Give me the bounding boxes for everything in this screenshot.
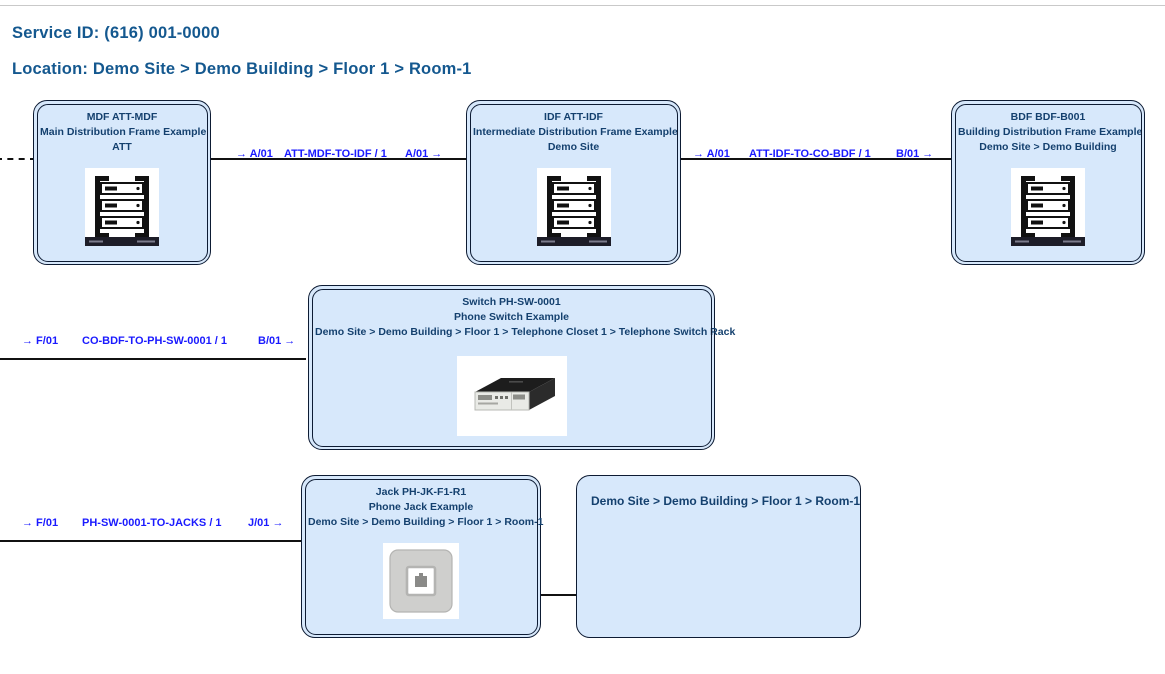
node-bdf-line1: BDF BDF-B001 bbox=[958, 110, 1138, 125]
node-switch-line2: Phone Switch Example bbox=[315, 310, 708, 325]
node-mdf-line1: MDF ATT-MDF bbox=[40, 110, 204, 125]
link-idf-to-bdf[interactable]: → A/01 ATT-IDF-TO-CO-BDF / 1 B/01 → bbox=[681, 144, 951, 164]
service-id-label: Service ID: (616) 001-0000 bbox=[12, 24, 220, 43]
node-idf-title: IDF ATT-IDF Intermediate Distribution Fr… bbox=[473, 110, 674, 155]
incoming-dashed-line bbox=[0, 158, 36, 160]
node-room-title: Demo Site > Demo Building > Floor 1 > Ro… bbox=[591, 494, 854, 509]
node-switch[interactable]: Switch PH-SW-0001 Phone Switch Example D… bbox=[308, 285, 715, 450]
link-mdf-idf-right-port: A/01 → bbox=[405, 144, 442, 164]
node-bdf-line2: Building Distribution Frame Example bbox=[958, 125, 1138, 140]
node-mdf[interactable]: MDF ATT-MDF Main Distribution Frame Exam… bbox=[33, 100, 211, 265]
link-switch-jack-left-port: → F/01 bbox=[22, 513, 58, 533]
node-jack-title: Jack PH-JK-F1-R1 Phone Jack Example Demo… bbox=[308, 485, 534, 530]
link-line-jack-room bbox=[541, 594, 576, 596]
server-rack-icon bbox=[85, 168, 159, 246]
link-switch-to-jack[interactable]: → F/01 PH-SW-0001-TO-JACKS / 1 J/01 → bbox=[0, 513, 301, 533]
server-rack-icon bbox=[537, 168, 611, 246]
node-room-line1: Demo Site > Demo Building > Floor 1 > Ro… bbox=[591, 494, 854, 509]
link-bdf-switch-right-port: B/01 → bbox=[258, 331, 295, 351]
node-bdf-line3: Demo Site > Demo Building bbox=[958, 140, 1138, 155]
wall-jack-icon bbox=[383, 543, 459, 619]
node-jack-line1: Jack PH-JK-F1-R1 bbox=[308, 485, 534, 500]
location-breadcrumb-label: Location: Demo Site > Demo Building > Fl… bbox=[12, 60, 472, 79]
top-divider bbox=[0, 5, 1165, 6]
network-switch-icon bbox=[457, 356, 567, 436]
node-jack-line3: Demo Site > Demo Building > Floor 1 > Ro… bbox=[308, 515, 534, 530]
link-bdf-switch-left-port: → F/01 bbox=[22, 331, 58, 351]
link-idf-bdf-left-port: → A/01 bbox=[693, 144, 730, 164]
node-bdf[interactable]: BDF BDF-B001 Building Distribution Frame… bbox=[951, 100, 1145, 265]
node-mdf-title: MDF ATT-MDF Main Distribution Frame Exam… bbox=[40, 110, 204, 155]
node-mdf-line2: Main Distribution Frame Example bbox=[40, 125, 204, 140]
node-idf-line2: Intermediate Distribution Frame Example bbox=[473, 125, 674, 140]
link-bdf-switch-name: CO-BDF-TO-PH-SW-0001 / 1 bbox=[82, 331, 227, 351]
node-jack[interactable]: Jack PH-JK-F1-R1 Phone Jack Example Demo… bbox=[301, 475, 541, 638]
server-rack-icon bbox=[1011, 168, 1085, 246]
link-switch-jack-right-port: J/01 → bbox=[248, 513, 283, 533]
node-idf-line1: IDF ATT-IDF bbox=[473, 110, 674, 125]
node-mdf-line3: ATT bbox=[40, 140, 204, 155]
link-mdf-to-idf[interactable]: → A/01 ATT-MDF-TO-IDF / 1 A/01 → bbox=[211, 144, 466, 164]
link-switch-jack-name: PH-SW-0001-TO-JACKS / 1 bbox=[82, 513, 222, 533]
link-bdf-to-switch[interactable]: → F/01 CO-BDF-TO-PH-SW-0001 / 1 B/01 → bbox=[0, 331, 306, 351]
node-switch-title: Switch PH-SW-0001 Phone Switch Example D… bbox=[315, 295, 708, 340]
node-switch-line3: Demo Site > Demo Building > Floor 1 > Te… bbox=[315, 325, 708, 340]
node-room[interactable]: Demo Site > Demo Building > Floor 1 > Ro… bbox=[576, 475, 861, 638]
node-switch-line1: Switch PH-SW-0001 bbox=[315, 295, 708, 310]
node-idf[interactable]: IDF ATT-IDF Intermediate Distribution Fr… bbox=[466, 100, 681, 265]
node-bdf-title: BDF BDF-B001 Building Distribution Frame… bbox=[958, 110, 1138, 155]
topology-canvas: Service ID: (616) 001-0000 Location: Dem… bbox=[0, 0, 1165, 674]
link-idf-bdf-name: ATT-IDF-TO-CO-BDF / 1 bbox=[749, 144, 871, 164]
link-idf-bdf-right-port: B/01 → bbox=[896, 144, 933, 164]
node-jack-line2: Phone Jack Example bbox=[308, 500, 534, 515]
link-mdf-idf-name: ATT-MDF-TO-IDF / 1 bbox=[284, 144, 387, 164]
link-mdf-idf-left-port: → A/01 bbox=[236, 144, 273, 164]
link-line-bdf-switch bbox=[0, 358, 306, 360]
node-idf-line3: Demo Site bbox=[473, 140, 674, 155]
link-line-switch-jack bbox=[0, 540, 301, 542]
